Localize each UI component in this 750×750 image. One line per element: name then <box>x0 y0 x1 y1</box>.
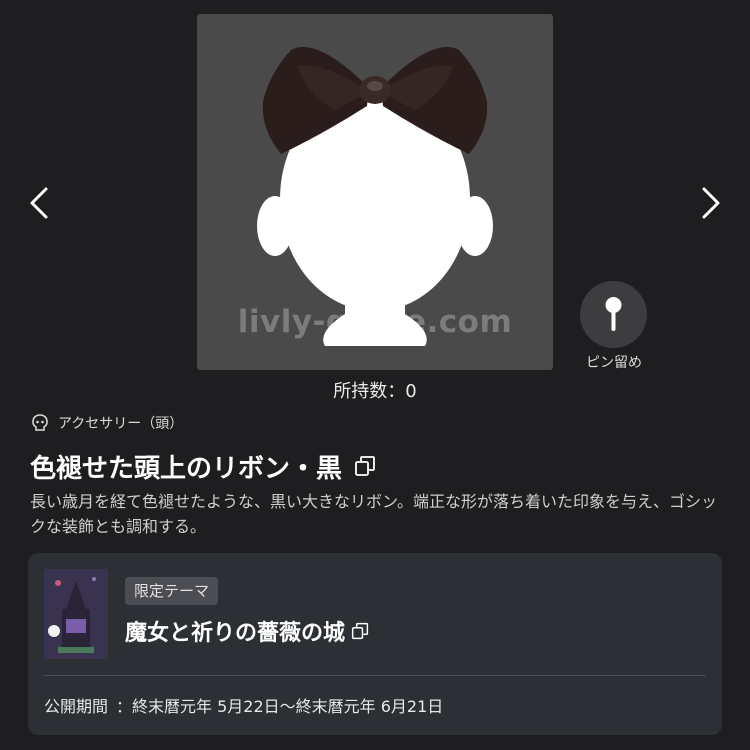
item-name: 色褪せた頭上のリボン・黒 <box>30 453 343 484</box>
chevron-right-icon <box>702 187 720 219</box>
item-category: アクセサリー（頭） <box>30 411 183 435</box>
item-preview-image: livly-guide.com <box>197 14 553 370</box>
period-value: ：終末暦元年 5月22日〜終末暦元年 6月21日 <box>116 697 444 716</box>
chevron-left-icon <box>30 187 48 219</box>
limited-theme-tag: 限定テーマ <box>125 577 219 605</box>
pin-icon <box>605 297 622 331</box>
theme-name-row: 魔女と祈りの薔薇の城 <box>125 614 369 648</box>
item-description: 長い歳月を経て色褪せたような、黒い大きなリボン。端正な形が落ち着いた印象を与え、… <box>30 492 718 536</box>
release-period: 公開期間 ：終末暦元年 5月22日〜終末暦元年 6月21日 <box>44 693 443 717</box>
theme-thumbnail <box>44 569 108 659</box>
head-icon <box>32 414 48 431</box>
prev-item-button[interactable] <box>20 183 60 223</box>
pin-label: ピン留め <box>586 355 642 371</box>
watermark-text: livly-guide.com <box>237 304 513 340</box>
pin-button[interactable] <box>580 281 647 348</box>
divider <box>44 675 706 676</box>
category-label: アクセサリー（頭） <box>58 416 184 432</box>
theme-name: 魔女と祈りの薔薇の城 <box>125 621 346 646</box>
period-label: 公開期間 <box>44 697 109 716</box>
copy-icon[interactable] <box>351 622 369 640</box>
item-title-row: 色褪せた頭上のリボン・黒 <box>30 446 376 486</box>
next-item-button[interactable] <box>690 183 730 223</box>
theme-card[interactable]: 限定テーマ 魔女と祈りの薔薇の城 公開期間 ：終末暦元年 5月22日〜終末暦元年… <box>28 553 722 735</box>
copy-icon[interactable] <box>354 455 376 477</box>
owned-count: 所持数：0 <box>333 381 417 402</box>
